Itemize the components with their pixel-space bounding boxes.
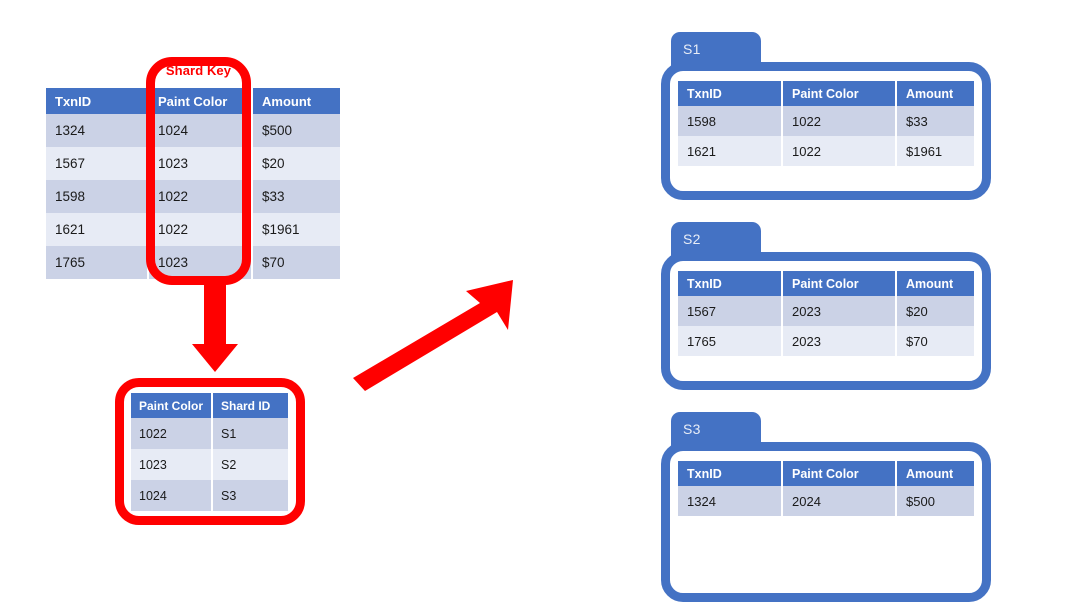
column-header-paint-color: Paint Color bbox=[782, 81, 897, 106]
cell-txnid: 1765 bbox=[46, 246, 149, 279]
cell-shard-id: S2 bbox=[212, 449, 288, 480]
cell-amount: $1961 bbox=[252, 213, 340, 246]
column-header-txnid: TxnID bbox=[678, 271, 783, 296]
cell-amount: $500 bbox=[252, 114, 340, 147]
column-header-paint-color: Paint Color bbox=[131, 393, 213, 418]
cell-paint-color: 1023 bbox=[131, 449, 213, 480]
table-header-row: TxnID Paint Color Amount bbox=[678, 461, 974, 486]
table-row: 1621 1022 $1961 bbox=[678, 136, 974, 166]
cell-shard-id: S1 bbox=[212, 418, 288, 449]
folder-body: TxnID Paint Color Amount 1567 2023 $20 1… bbox=[661, 252, 991, 390]
cell-paint-color: 1022 bbox=[131, 418, 213, 449]
shard-table: TxnID Paint Color Amount 1598 1022 $33 1… bbox=[678, 81, 974, 166]
cell-amount: $70 bbox=[252, 246, 340, 279]
cell-shard-id: S3 bbox=[212, 480, 288, 511]
cell-amount: $70 bbox=[896, 326, 974, 356]
cell-txnid: 1621 bbox=[46, 213, 149, 246]
table-row: 1765 2023 $70 bbox=[678, 326, 974, 356]
cell-txnid: 1324 bbox=[678, 486, 783, 516]
column-header-txnid: TxnID bbox=[678, 81, 783, 106]
shard-key-highlight-box bbox=[146, 57, 251, 285]
cell-amount: $20 bbox=[252, 147, 340, 180]
shard-key-label: Shard Key bbox=[165, 63, 232, 78]
folder-body: TxnID Paint Color Amount 1598 1022 $33 1… bbox=[661, 62, 991, 200]
cell-paint-color: 1024 bbox=[131, 480, 213, 511]
diagonal-arrow-icon bbox=[353, 280, 513, 391]
cell-paint-color: 2023 bbox=[782, 326, 897, 356]
cell-txnid: 1598 bbox=[678, 106, 783, 136]
cell-amount: $33 bbox=[896, 106, 974, 136]
shard-table: TxnID Paint Color Amount 1324 2024 $500 bbox=[678, 461, 974, 516]
folder-body: TxnID Paint Color Amount 1324 2024 $500 bbox=[661, 442, 991, 602]
cell-amount: $33 bbox=[252, 180, 340, 213]
cell-amount: $500 bbox=[896, 486, 974, 516]
shard-label: S2 bbox=[683, 231, 701, 247]
table-row: 1567 2023 $20 bbox=[678, 296, 974, 326]
column-header-amount: Amount bbox=[252, 88, 340, 114]
cell-paint-color: 1022 bbox=[782, 106, 897, 136]
cell-txnid: 1598 bbox=[46, 180, 149, 213]
shard-label: S1 bbox=[683, 41, 701, 57]
cell-txnid: 1621 bbox=[678, 136, 783, 166]
table-row: 1598 1022 $33 bbox=[678, 106, 974, 136]
cell-txnid: 1567 bbox=[678, 296, 783, 326]
cell-txnid: 1567 bbox=[46, 147, 149, 180]
shard-table: TxnID Paint Color Amount 1567 2023 $20 1… bbox=[678, 271, 974, 356]
table-row: 1023 S2 bbox=[131, 449, 288, 480]
cell-amount: $1961 bbox=[896, 136, 974, 166]
cell-paint-color: 2023 bbox=[782, 296, 897, 326]
column-header-amount: Amount bbox=[896, 271, 974, 296]
table-header-row: TxnID Paint Color Amount bbox=[678, 81, 974, 106]
column-header-paint-color: Paint Color bbox=[782, 461, 897, 486]
table-row: 1324 2024 $500 bbox=[678, 486, 974, 516]
sharding-diagram: TxnID Paint Color Amount 1324 1024 $500 … bbox=[0, 0, 1080, 608]
table-row: 1024 S3 bbox=[131, 480, 288, 511]
cell-paint-color: 2024 bbox=[782, 486, 897, 516]
cell-txnid: 1765 bbox=[678, 326, 783, 356]
column-header-shard-id: Shard ID bbox=[212, 393, 288, 418]
column-header-paint-color: Paint Color bbox=[782, 271, 897, 296]
column-header-txnid: TxnID bbox=[678, 461, 783, 486]
table-header-row: TxnID Paint Color Amount bbox=[678, 271, 974, 296]
column-header-txnid: TxnID bbox=[46, 88, 149, 114]
cell-txnid: 1324 bbox=[46, 114, 149, 147]
shard-lookup-table: Paint Color Shard ID 1022 S1 1023 S2 102… bbox=[131, 393, 288, 511]
shard-label: S3 bbox=[683, 421, 701, 437]
column-header-amount: Amount bbox=[896, 461, 974, 486]
column-header-amount: Amount bbox=[896, 81, 974, 106]
table-header-row: Paint Color Shard ID bbox=[131, 393, 288, 418]
cell-paint-color: 1022 bbox=[782, 136, 897, 166]
down-arrow-icon bbox=[192, 282, 238, 372]
table-row: 1022 S1 bbox=[131, 418, 288, 449]
cell-amount: $20 bbox=[896, 296, 974, 326]
